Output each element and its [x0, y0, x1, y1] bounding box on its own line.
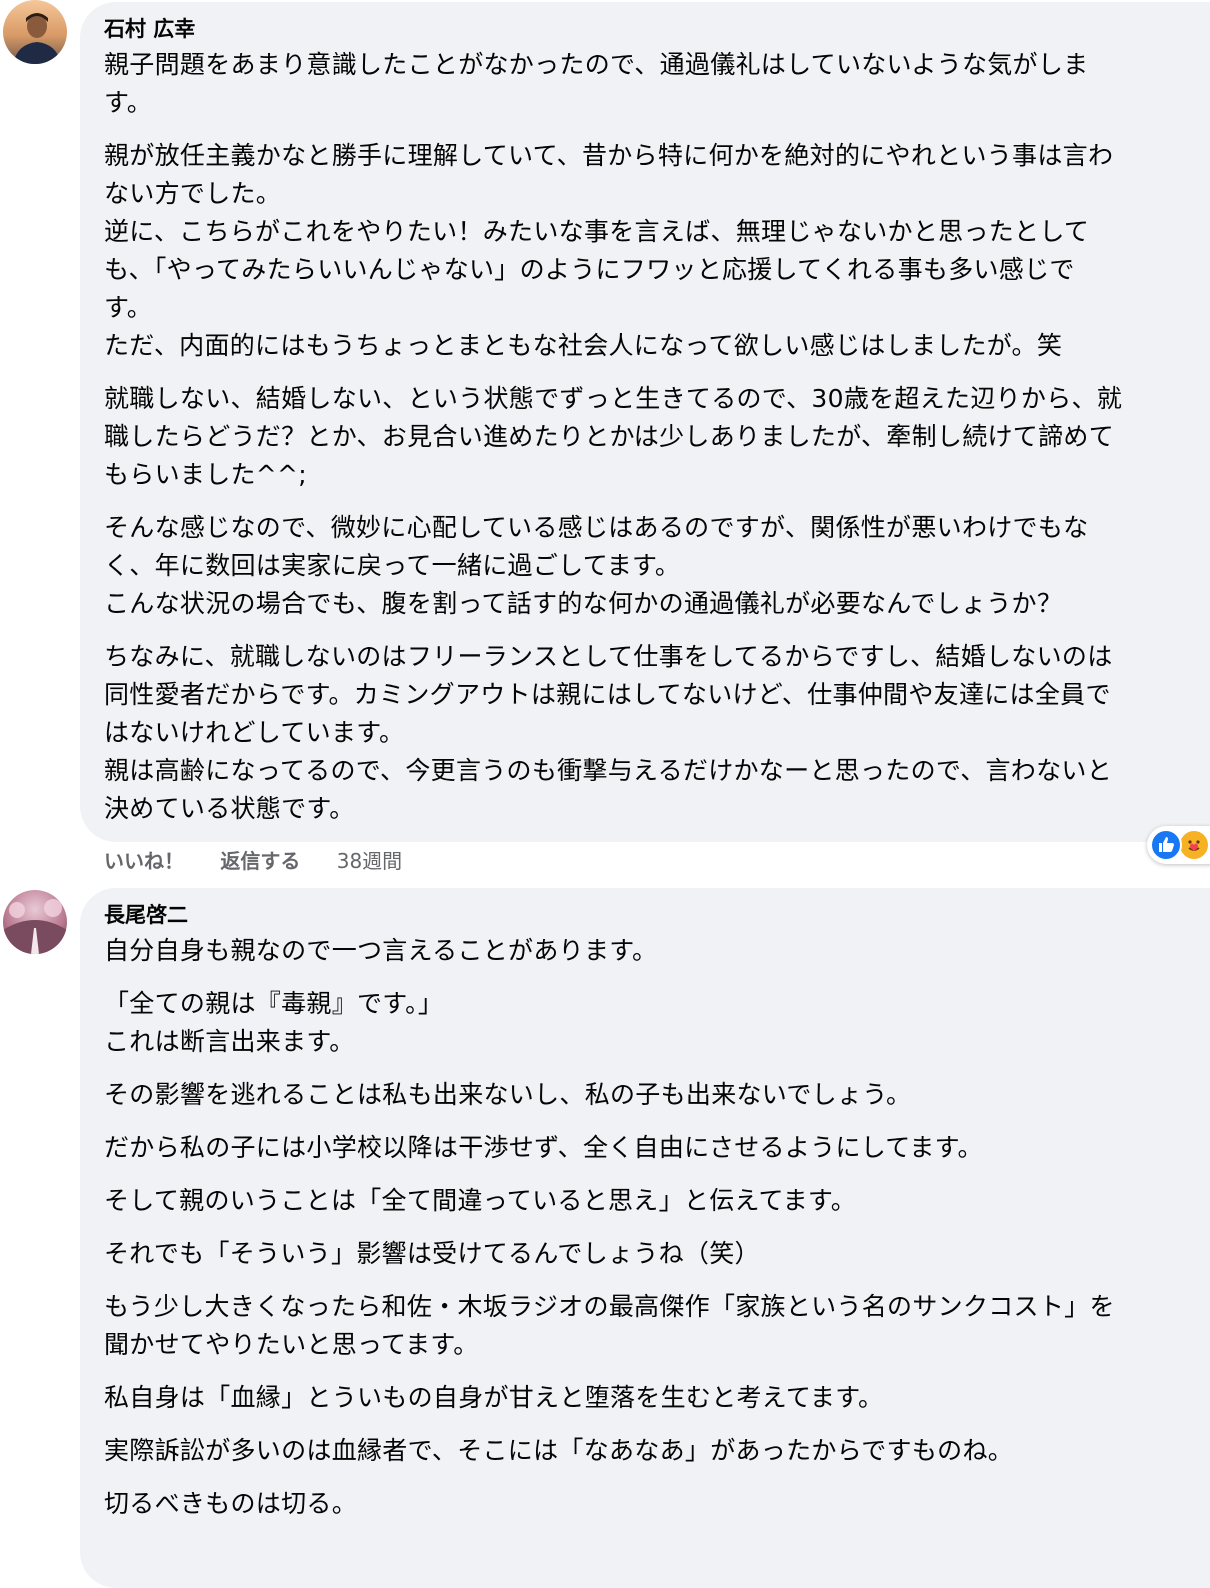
comment-text-line: ちなみに、就職しないのはフリーランスとして仕事をしてるからですし、結婚しないのは	[104, 642, 1113, 671]
comment-paragraph: そして親のいうことは「全て間違っていると思え」と伝えてます。	[104, 1182, 1210, 1220]
comment-author[interactable]: 長尾啓二	[104, 900, 1210, 930]
comment-text-line: それでも「そういう」影響は受けてるんでしょうね（笑）	[104, 1239, 760, 1268]
comment-paragraph: もう少し大きくなったら和佐・木坂ラジオの最高傑作「家族という名のサンクコスト」を…	[104, 1288, 1210, 1364]
comment-text-line: もう少し大きくなったら和佐・木坂ラジオの最高傑作「家族という名のサンクコスト」を	[104, 1292, 1115, 1321]
comment-text-line: その影響を逃れることは私も出来ないし、私の子も出来ないでしょう。	[104, 1080, 912, 1109]
comment-body: 親子問題をあまり意識したことがなかったので、通過儀礼はしていないような気がします…	[104, 46, 1210, 828]
comment-body: 自分自身も親なので一つ言えることがあります。 「全ての親は『毒親』です。」 これは断…	[104, 932, 1210, 1523]
care-icon	[1178, 829, 1210, 861]
comment-text-line: これは断言出来ます。	[104, 1027, 355, 1056]
comment-text-line: 親が放任主義かなと勝手に理解していて、昔から特に何かを絶対的にやれという事は言わ	[104, 141, 1114, 170]
comment-paragraph: 切るべきものは切る。	[104, 1485, 1210, 1523]
avatar[interactable]	[3, 890, 67, 954]
comment-timestamp[interactable]: 38週間	[337, 849, 402, 873]
comment-text-line: 職したらどうだ？とか、お見合い進めたりとかは少しありましたが、牽制し続けて諦めて	[104, 422, 1115, 451]
comment-text-line: 逆に、こちらがこれをやりたい！みたいな事を言えば、無理じゃないかと思ったとして	[104, 217, 1090, 246]
comment-text-line: ただ、内面的にはもうちょっとまともな社会人になって欲しい感じはしましたが。笑	[104, 331, 1063, 360]
comment-paragraph: それでも「そういう」影響は受けてるんでしょうね（笑）	[104, 1235, 1210, 1273]
comment-author[interactable]: 石村 広幸	[104, 14, 1210, 44]
avatar-photo-icon	[3, 890, 67, 954]
comment-text-line: 聞かせてやりたいと思ってます。	[104, 1330, 479, 1359]
comment-text-line: 私自身は「血縁」とういもの自身が甘えと堕落を生むと考えてます。	[104, 1383, 884, 1412]
comment-text-line: す。	[104, 293, 153, 322]
comment-paragraph: 就職しない、結婚しない、という状態でずっと生きてるので、30歳を超えた辺りから、…	[104, 380, 1210, 494]
comment-text-line: そして親のいうことは「全て間違っていると思え」と伝えてます。	[104, 1186, 857, 1215]
comment-paragraph: 「全ての親は『毒親』です。」 これは断言出来ます。	[104, 985, 1210, 1061]
reaction-summary[interactable]	[1147, 826, 1210, 864]
comment-bubble: 石村 広幸 親子問題をあまり意識したことがなかったので、通過儀礼はしていないよう…	[80, 2, 1210, 842]
comment-text-line: す。	[104, 88, 153, 117]
reply-button[interactable]: 返信する	[220, 849, 300, 873]
comment-paragraph: 親が放任主義かなと勝手に理解していて、昔から特に何かを絶対的にやれという事は言わ…	[104, 137, 1210, 365]
avatar-photo-icon	[3, 0, 67, 64]
comment-paragraph: だから私の子には小学校以降は干渉せず、全く自由にさせるようにしてます。	[104, 1129, 1210, 1167]
comment-text-line: 親は高齢になってるので、今更言うのも衝撃与えるだけかなーと思ったので、言わないと	[104, 756, 1113, 785]
avatar[interactable]	[3, 0, 67, 64]
comment-text-line: 自分自身も親なので一つ言えることがあります。	[104, 936, 658, 965]
comment-text-line: 切るべきものは切る。	[104, 1489, 358, 1518]
comment-text-line: はないけれどしています。	[104, 718, 405, 747]
comment-paragraph: そんな感じなので、微妙に心配している感じはあるのですが、関係性が悪いわけでもなく…	[104, 509, 1210, 623]
comment-text-line: もらいました^^;	[104, 460, 308, 489]
comment-text-line: ない方でした。	[104, 179, 282, 208]
comment-text-line: こんな状況の場合でも、腹を割って話す的な何かの通過儀礼が必要なんでしょうか？	[104, 589, 1063, 618]
comment-paragraph: その影響を逃れることは私も出来ないし、私の子も出来ないでしょう。	[104, 1076, 1210, 1114]
comment-paragraph: 自分自身も親なので一つ言えることがあります。	[104, 932, 1210, 970]
comment-text-line: だから私の子には小学校以降は干渉せず、全く自由にさせるようにしてます。	[104, 1133, 983, 1162]
comment-paragraph: 親子問題をあまり意識したことがなかったので、通過儀礼はしていないような気がします…	[104, 46, 1210, 122]
comment-paragraph: 私自身は「血縁」とういもの自身が甘えと堕落を生むと考えてます。	[104, 1379, 1210, 1417]
comment-text-line: そんな感じなので、微妙に心配している感じはあるのですが、関係性が悪いわけでもな	[104, 513, 1089, 542]
comment-text-line: 実際訴訟が多いのは血縁者で、そこには「なあなあ」があったからですものね。	[104, 1436, 1014, 1465]
comment-bubble: 長尾啓二 自分自身も親なので一つ言えることがあります。 「全ての親は『毒親』です。…	[80, 888, 1210, 1588]
comment-text-line: 同性愛者だからです。カミングアウトは親にはしてないけど、仕事仲間や友達には全員で	[104, 680, 1111, 709]
like-button[interactable]: いいね！	[104, 849, 184, 873]
comment-text-line: 就職しない、結婚しない、という状態でずっと生きてるので、30歳を超えた辺りから、…	[104, 384, 1123, 413]
comment-text-line: 決めている状態です。	[104, 794, 355, 823]
like-icon	[1150, 829, 1182, 861]
comment-paragraph: 実際訴訟が多いのは血縁者で、そこには「なあなあ」があったからですものね。	[104, 1432, 1210, 1470]
comment-text-line: 親子問題をあまり意識したことがなかったので、通過儀礼はしていないような気がしま	[104, 50, 1089, 79]
comment-text-line: く、年に数回は実家に戻って一緒に過ごしてます。	[104, 551, 681, 580]
comment-text-line: 「全ての親は『毒親』です。」	[104, 989, 444, 1018]
comment-paragraph: ちなみに、就職しないのはフリーランスとして仕事をしてるからですし、結婚しないのは…	[104, 638, 1210, 828]
comment-text-line: も、「やってみたらいいんじゃない」のようにフワッと応援してくれる事も多い感じで	[104, 255, 1075, 284]
comment-actions: いいね！ 返信する 38週間	[104, 846, 402, 876]
